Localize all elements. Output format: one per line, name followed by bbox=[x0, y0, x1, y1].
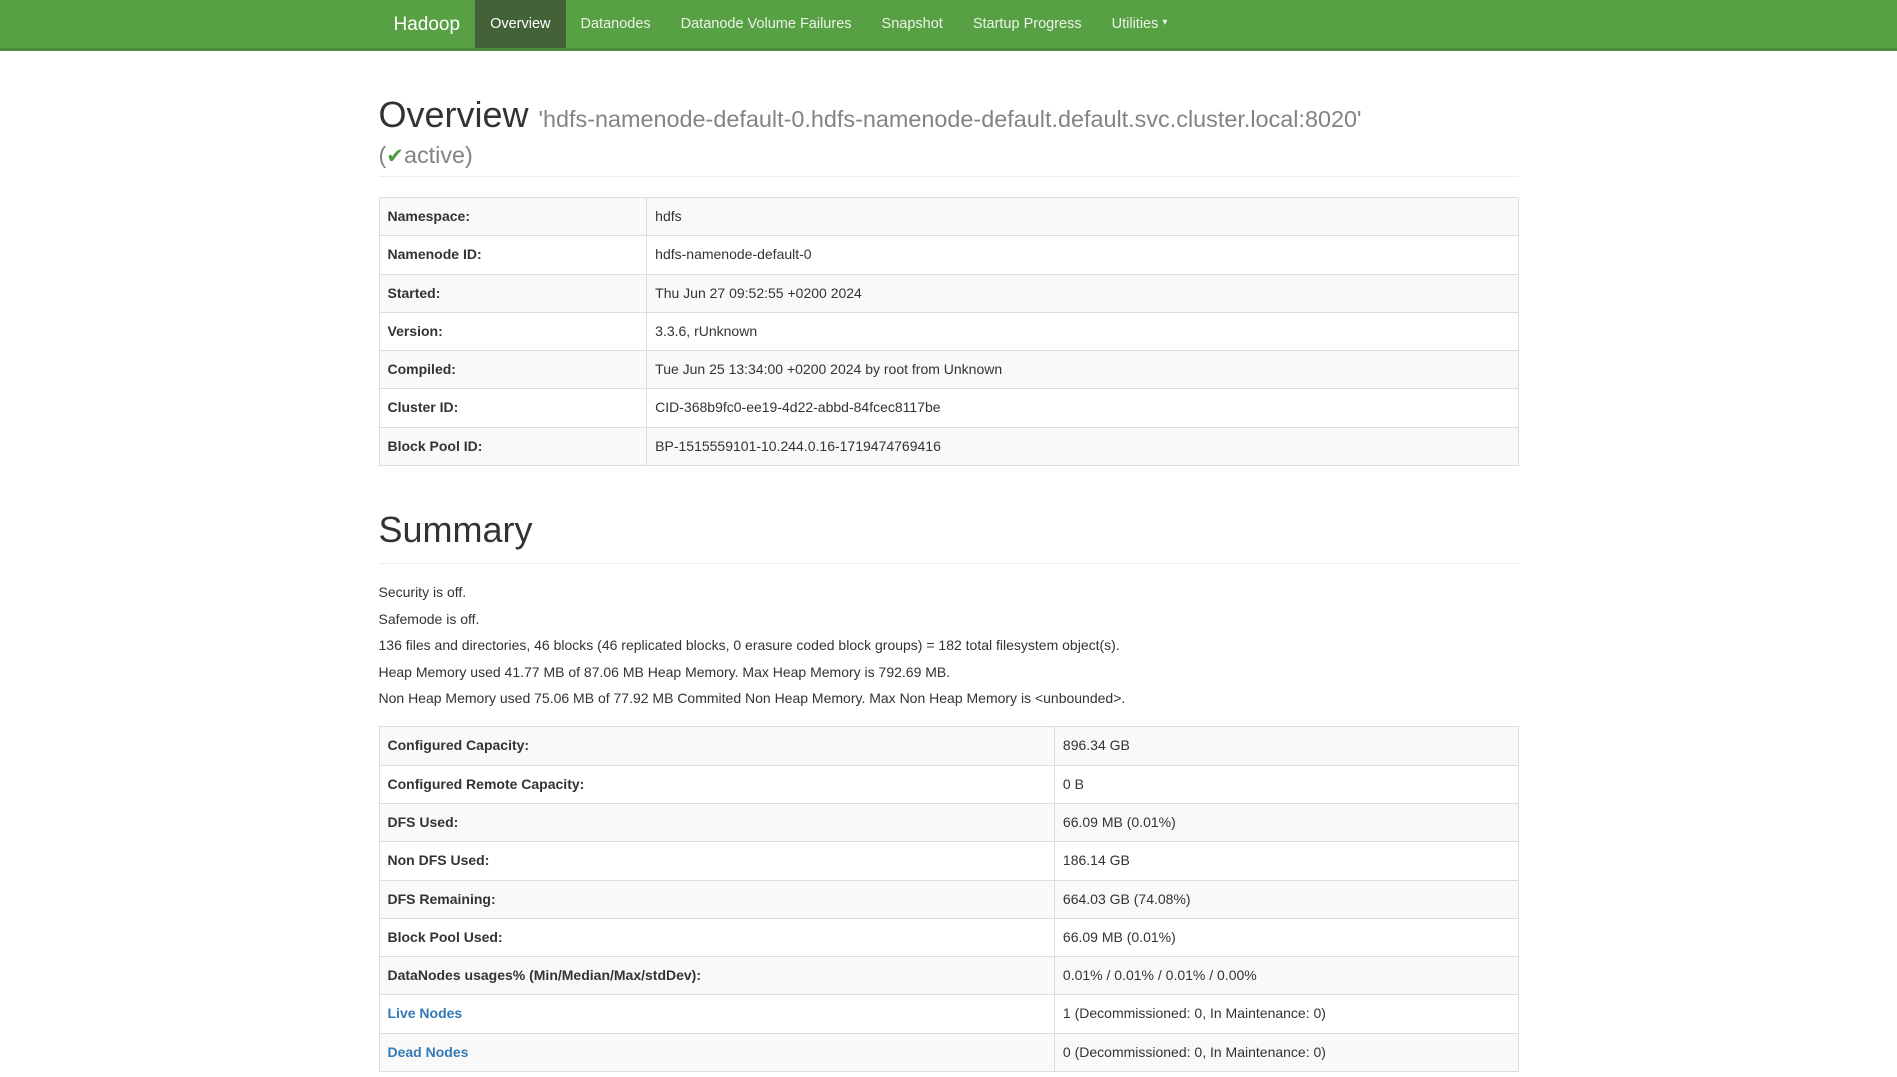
nav-item-startup-progress: Startup Progress bbox=[958, 0, 1097, 48]
status-text: active) bbox=[404, 142, 473, 168]
summary-label: Block Pool Used: bbox=[379, 918, 1054, 956]
table-row: Dead Nodes 0 (Decommissioned: 0, In Main… bbox=[379, 1033, 1518, 1071]
info-value: hdfs bbox=[647, 198, 1518, 236]
active-check-icon: ✔ bbox=[386, 145, 404, 168]
table-row: Cluster ID: CID-368b9fc0-ee19-4d22-abbd-… bbox=[379, 389, 1518, 427]
summary-value: 66.09 MB (0.01%) bbox=[1054, 918, 1518, 956]
summary-label: DFS Remaining: bbox=[379, 880, 1054, 918]
table-row: Namenode ID: hdfs-namenode-default-0 bbox=[379, 236, 1518, 274]
live-nodes-link[interactable]: Live Nodes bbox=[388, 1005, 463, 1021]
table-row: DFS Used: 66.09 MB (0.01%) bbox=[379, 803, 1518, 841]
nav-link-datanodes[interactable]: Datanodes bbox=[566, 0, 666, 48]
nav-utilities-label: Utilities bbox=[1112, 16, 1159, 32]
live-nodes-cell: Live Nodes bbox=[379, 995, 1054, 1033]
summary-paragraphs: Security is off. Safemode is off. 136 fi… bbox=[379, 584, 1519, 706]
table-row: Block Pool ID: BP-1515559101-10.244.0.16… bbox=[379, 427, 1518, 465]
nav-link-startup-progress[interactable]: Startup Progress bbox=[958, 0, 1097, 48]
summary-value: 0 B bbox=[1054, 765, 1518, 803]
dead-nodes-cell: Dead Nodes bbox=[379, 1033, 1054, 1071]
summary-label: DFS Used: bbox=[379, 803, 1054, 841]
info-label: Cluster ID: bbox=[379, 389, 647, 427]
info-label: Namespace: bbox=[379, 198, 647, 236]
nav-link-datanode-volume-failures[interactable]: Datanode Volume Failures bbox=[666, 0, 867, 48]
summary-page-header: Summary bbox=[379, 506, 1519, 565]
summary-title: Summary bbox=[379, 506, 1519, 555]
info-label: Namenode ID: bbox=[379, 236, 647, 274]
namenode-status: (✔active) bbox=[379, 144, 1519, 167]
top-navbar: Hadoop Overview Datanodes Datanode Volum… bbox=[0, 0, 1897, 51]
summary-value: 896.34 GB bbox=[1054, 727, 1518, 765]
table-row: Non DFS Used: 186.14 GB bbox=[379, 842, 1518, 880]
table-row: Version: 3.3.6, rUnknown bbox=[379, 312, 1518, 350]
summary-value: 0.01% / 0.01% / 0.01% / 0.00% bbox=[1054, 957, 1518, 995]
heap-memory-text: Heap Memory used 41.77 MB of 87.06 MB He… bbox=[379, 664, 1519, 680]
safemode-status-text: Safemode is off. bbox=[379, 611, 1519, 627]
info-value: 3.3.6, rUnknown bbox=[647, 312, 1518, 350]
nav-link-utilities[interactable]: Utilities▾ bbox=[1097, 0, 1183, 48]
summary-label: DataNodes usages% (Min/Median/Max/stdDev… bbox=[379, 957, 1054, 995]
page-title: Overview 'hdfs-namenode-default-0.hdfs-n… bbox=[379, 91, 1519, 167]
table-row: Configured Capacity: 896.34 GB bbox=[379, 727, 1518, 765]
navbar-container: Hadoop Overview Datanodes Datanode Volum… bbox=[364, 0, 1534, 48]
info-value: Thu Jun 27 09:52:55 +0200 2024 bbox=[647, 274, 1518, 312]
info-label: Version: bbox=[379, 312, 647, 350]
info-value: BP-1515559101-10.244.0.16-1719474769416 bbox=[647, 427, 1518, 465]
table-row: Namespace: hdfs bbox=[379, 198, 1518, 236]
namenode-address: 'hdfs-namenode-default-0.hdfs-namenode-d… bbox=[539, 106, 1362, 132]
caret-down-icon: ▾ bbox=[1162, 13, 1167, 33]
info-value: CID-368b9fc0-ee19-4d22-abbd-84fcec8117be bbox=[647, 389, 1518, 427]
nav-item-datanode-volume-failures: Datanode Volume Failures bbox=[666, 0, 867, 48]
info-label: Started: bbox=[379, 274, 647, 312]
main-content: Overview 'hdfs-namenode-default-0.hdfs-n… bbox=[364, 91, 1534, 1072]
filesystem-objects-text: 136 files and directories, 46 blocks (46… bbox=[379, 637, 1519, 653]
table-row: DFS Remaining: 664.03 GB (74.08%) bbox=[379, 880, 1518, 918]
non-heap-memory-text: Non Heap Memory used 75.06 MB of 77.92 M… bbox=[379, 690, 1519, 706]
summary-table: Configured Capacity: 896.34 GB Configure… bbox=[379, 726, 1519, 1071]
info-value: Tue Jun 25 13:34:00 +0200 2024 by root f… bbox=[647, 351, 1518, 389]
summary-label: Configured Remote Capacity: bbox=[379, 765, 1054, 803]
security-status-text: Security is off. bbox=[379, 584, 1519, 600]
info-value: hdfs-namenode-default-0 bbox=[647, 236, 1518, 274]
table-row: Live Nodes 1 (Decommissioned: 0, In Main… bbox=[379, 995, 1518, 1033]
table-row: Configured Remote Capacity: 0 B bbox=[379, 765, 1518, 803]
page-title-text: Overview bbox=[379, 94, 529, 135]
nav-link-overview[interactable]: Overview bbox=[475, 0, 565, 48]
info-label: Compiled: bbox=[379, 351, 647, 389]
table-row: DataNodes usages% (Min/Median/Max/stdDev… bbox=[379, 957, 1518, 995]
summary-value: 1 (Decommissioned: 0, In Maintenance: 0) bbox=[1054, 995, 1518, 1033]
table-row: Started: Thu Jun 27 09:52:55 +0200 2024 bbox=[379, 274, 1518, 312]
summary-value: 664.03 GB (74.08%) bbox=[1054, 880, 1518, 918]
summary-label: Configured Capacity: bbox=[379, 727, 1054, 765]
overview-page-header: Overview 'hdfs-namenode-default-0.hdfs-n… bbox=[379, 91, 1519, 177]
nav-item-datanodes: Datanodes bbox=[566, 0, 666, 48]
navbar-menu: Overview Datanodes Datanode Volume Failu… bbox=[475, 0, 1182, 48]
summary-value: 66.09 MB (0.01%) bbox=[1054, 803, 1518, 841]
summary-value: 186.14 GB bbox=[1054, 842, 1518, 880]
nav-item-overview: Overview bbox=[475, 0, 565, 48]
namenode-info-table: Namespace: hdfs Namenode ID: hdfs-nameno… bbox=[379, 197, 1519, 466]
nav-item-utilities-dropdown: Utilities▾ bbox=[1097, 0, 1183, 48]
brand-hadoop[interactable]: Hadoop bbox=[379, 0, 476, 48]
nav-link-snapshot[interactable]: Snapshot bbox=[867, 0, 958, 48]
table-row: Block Pool Used: 66.09 MB (0.01%) bbox=[379, 918, 1518, 956]
summary-value: 0 (Decommissioned: 0, In Maintenance: 0) bbox=[1054, 1033, 1518, 1071]
table-row: Compiled: Tue Jun 25 13:34:00 +0200 2024… bbox=[379, 351, 1518, 389]
nav-item-snapshot: Snapshot bbox=[867, 0, 958, 48]
summary-label: Non DFS Used: bbox=[379, 842, 1054, 880]
info-label: Block Pool ID: bbox=[379, 427, 647, 465]
dead-nodes-link[interactable]: Dead Nodes bbox=[388, 1044, 469, 1060]
